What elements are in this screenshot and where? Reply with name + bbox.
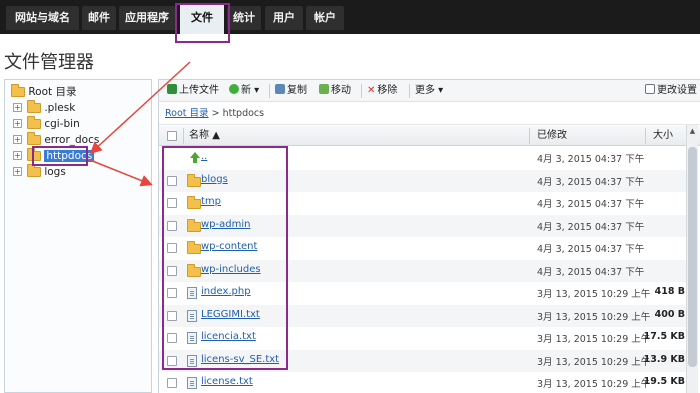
file-size: 418 B: [654, 286, 685, 297]
file-icon: [187, 377, 197, 392]
page-title: 文件管理器: [4, 52, 94, 73]
settings-grid-icon: [645, 84, 655, 94]
upload-button[interactable]: 上传文件: [167, 84, 219, 98]
file-size: 13.9 KB: [643, 353, 685, 365]
tab-account[interactable]: 帐户: [306, 6, 344, 30]
column-modified[interactable]: 已修改: [537, 126, 567, 146]
more-button[interactable]: 更多 ▾: [415, 84, 443, 98]
file-size: 400 B: [654, 308, 685, 320]
move-button[interactable]: 移动: [319, 84, 351, 98]
folder-icon: [27, 116, 41, 129]
toolbar-divider: [269, 84, 270, 98]
modified-date: 3月 13, 2015 10:29 上午: [537, 289, 651, 300]
copy-button[interactable]: 复制: [275, 84, 307, 98]
scroll-up-icon[interactable]: ▲: [688, 127, 697, 136]
modified-date: 4月 3, 2015 04:37 下午: [537, 154, 645, 165]
scrollbar[interactable]: ▲: [686, 125, 698, 393]
breadcrumb-root[interactable]: Root 目录: [165, 108, 209, 119]
tree-item-plesk[interactable]: + .plesk: [13, 100, 75, 116]
file-size: 17.5 KB: [643, 331, 685, 342]
expand-icon[interactable]: +: [13, 151, 22, 160]
modified-date: 3月 13, 2015 10:29 上午: [537, 311, 651, 323]
modified-date: 4月 3, 2015 04:37 下午: [537, 176, 645, 188]
tab-websites-domains[interactable]: 网站与域名: [6, 6, 79, 30]
toolbar: 上传文件 新 ▾ 复制 移动 ✕ 移除 更多 ▾ 更改设置: [159, 80, 700, 102]
breadcrumb: Root 目录 > httpdocs: [159, 103, 700, 125]
modified-date: 4月 3, 2015 04:37 下午: [537, 244, 645, 255]
folder-icon: [27, 164, 41, 177]
plus-icon: [229, 84, 239, 94]
file-size: 19.5 KB: [643, 376, 685, 387]
files-tab-highlight: [175, 3, 230, 43]
folder-icon: [11, 84, 25, 97]
toolbar-divider: [409, 84, 410, 98]
sort-up-icon: ▲: [212, 130, 220, 141]
tree-root[interactable]: Root 目录: [11, 84, 76, 100]
expand-icon[interactable]: +: [13, 167, 22, 176]
modified-date: 4月 3, 2015 04:37 下午: [537, 199, 645, 210]
modified-date: 3月 13, 2015 10:29 上午: [537, 356, 651, 368]
modified-date: 4月 3, 2015 04:37 下午: [537, 221, 645, 233]
copy-icon: [275, 84, 285, 94]
file-name-link[interactable]: license.txt: [201, 376, 253, 387]
files-highlight: [162, 146, 288, 370]
expand-icon[interactable]: +: [13, 135, 22, 144]
table-header: 名称 ▲ 已修改 大小: [159, 126, 700, 146]
top-nav: 网站与域名 邮件 应用程序 文件 统计 用户 帐户: [0, 0, 700, 34]
folder-icon: [27, 100, 41, 113]
table-row[interactable]: license.txt 3月 13, 2015 10:29 上午 19.5 KB: [159, 372, 687, 393]
tab-users[interactable]: 用户: [265, 6, 303, 30]
breadcrumb-current: httpdocs: [222, 108, 265, 119]
move-arrow-icon: [319, 84, 329, 94]
new-button[interactable]: 新 ▾: [229, 84, 259, 98]
header-divider: [529, 128, 530, 144]
column-name[interactable]: 名称 ▲: [189, 126, 220, 146]
upload-icon: [167, 84, 177, 94]
folder-icon: [27, 132, 41, 145]
tab-applications[interactable]: 应用程序: [119, 6, 175, 30]
toolbar-divider: [361, 84, 362, 98]
tree-item-logs[interactable]: + logs: [13, 164, 66, 180]
httpdocs-highlight: [32, 146, 88, 166]
header-divider: [645, 128, 646, 144]
row-checkbox[interactable]: [167, 378, 177, 388]
remove-x-icon: ✕: [367, 85, 376, 96]
header-divider: [183, 128, 184, 144]
tab-mail[interactable]: 邮件: [82, 6, 116, 30]
modified-date: 4月 3, 2015 04:37 下午: [537, 266, 645, 278]
column-size[interactable]: 大小: [653, 126, 673, 146]
scroll-thumb[interactable]: [688, 147, 697, 367]
select-all-checkbox[interactable]: [167, 131, 177, 141]
expand-icon[interactable]: +: [13, 103, 22, 112]
change-settings-button[interactable]: 更改设置: [645, 84, 697, 98]
remove-button[interactable]: ✕ 移除: [367, 84, 397, 98]
folder-tree: Root 目录 + .plesk + cgi-bin + error_docs …: [4, 79, 152, 393]
modified-date: 3月 13, 2015 10:29 上午: [537, 379, 651, 390]
expand-icon[interactable]: +: [13, 119, 22, 128]
tab-statistics[interactable]: 统计: [227, 6, 261, 30]
modified-date: 3月 13, 2015 10:29 上午: [537, 334, 651, 345]
tree-item-cgi-bin[interactable]: + cgi-bin: [13, 116, 80, 132]
